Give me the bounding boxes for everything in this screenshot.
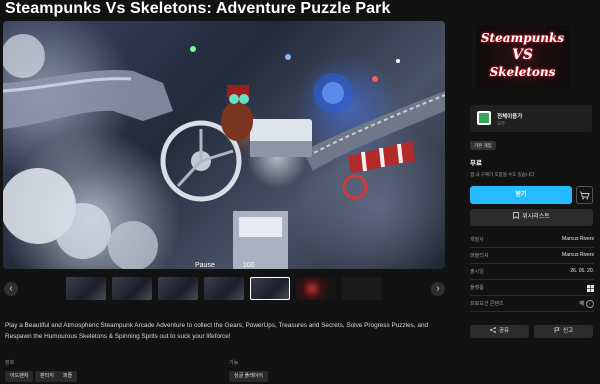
genre-tag[interactable]: 판타지 — [35, 371, 59, 382]
info-row-promo-content: 프로모션 콘텐츠 예 i — [470, 297, 594, 312]
add-to-cart-button[interactable] — [576, 186, 593, 204]
info-row-platform: 플랫폼 — [470, 281, 594, 296]
chevron-left-icon: ‹ — [9, 283, 13, 294]
gallery-thumbnail[interactable] — [158, 277, 198, 300]
price: 무료 — [470, 160, 482, 167]
report-button[interactable]: 신고 — [534, 325, 593, 338]
purchase-note: 앱 내 구매가 포함될 수도 있습니다 — [470, 172, 535, 177]
game-logo: Steampunks VS Skeletons — [476, 25, 569, 88]
gallery-thumbnails — [66, 277, 384, 301]
gallery-prev-button[interactable]: ‹ — [4, 282, 18, 296]
gallery-thumbnail[interactable] — [112, 277, 152, 300]
share-icon — [490, 327, 496, 333]
info-row-publisher: 퍼블리셔 Marcus Rivers — [470, 249, 594, 264]
base-game-badge: 기본 게임 — [470, 141, 496, 150]
game-scene-art: Pause 100 — [3, 34, 445, 269]
genre-tag[interactable]: 어드벤처 — [5, 371, 34, 382]
genre-tag[interactable]: 퍼즐 — [58, 371, 78, 382]
gallery-thumbnail[interactable] — [204, 277, 244, 300]
age-rating-box: 전체이용가 모두 — [470, 105, 592, 132]
media-hud-left: Pause — [195, 262, 215, 269]
bookmark-icon — [513, 212, 520, 220]
flag-icon — [554, 327, 560, 333]
features-label: 기능 — [229, 360, 239, 366]
info-row-release-date: 출시일 26. 05. 20. — [470, 265, 594, 280]
gallery-next-button[interactable]: › — [431, 282, 445, 296]
wishlist-label: 위시리스트 — [522, 214, 550, 220]
wishlist-button[interactable]: 위시리스트 — [470, 209, 593, 226]
rating-title: 전체이용가 — [497, 114, 523, 120]
info-icon[interactable]: i — [586, 300, 594, 308]
rating-subtitle: 모두 — [497, 121, 506, 126]
info-row-developer: 개발사 Marcus Rivers — [470, 233, 594, 248]
main-screenshot[interactable]: Pause 100 — [3, 21, 445, 269]
game-description: Play a Beautiful and Atmospheric Steampu… — [5, 322, 429, 340]
page-title: Steampunks Vs Skeletons: Adventure Puzzl… — [5, 0, 391, 17]
gallery-thumbnail[interactable] — [342, 277, 382, 300]
cart-icon — [580, 191, 590, 200]
chevron-right-icon: › — [436, 283, 440, 294]
genres-label: 장르 — [5, 360, 15, 366]
media-hud-right: 100 — [243, 262, 255, 269]
feature-tag[interactable]: 싱글 플레이어 — [229, 371, 268, 382]
windows-icon — [587, 285, 594, 292]
get-button[interactable]: 받기 — [470, 186, 572, 204]
gallery-thumbnail-active[interactable] — [250, 277, 290, 300]
gallery-thumbnail[interactable] — [66, 277, 106, 300]
gallery-thumbnail-logo[interactable] — [296, 277, 336, 300]
rating-all-ages-icon — [477, 111, 491, 125]
share-button[interactable]: 공유 — [470, 325, 529, 338]
